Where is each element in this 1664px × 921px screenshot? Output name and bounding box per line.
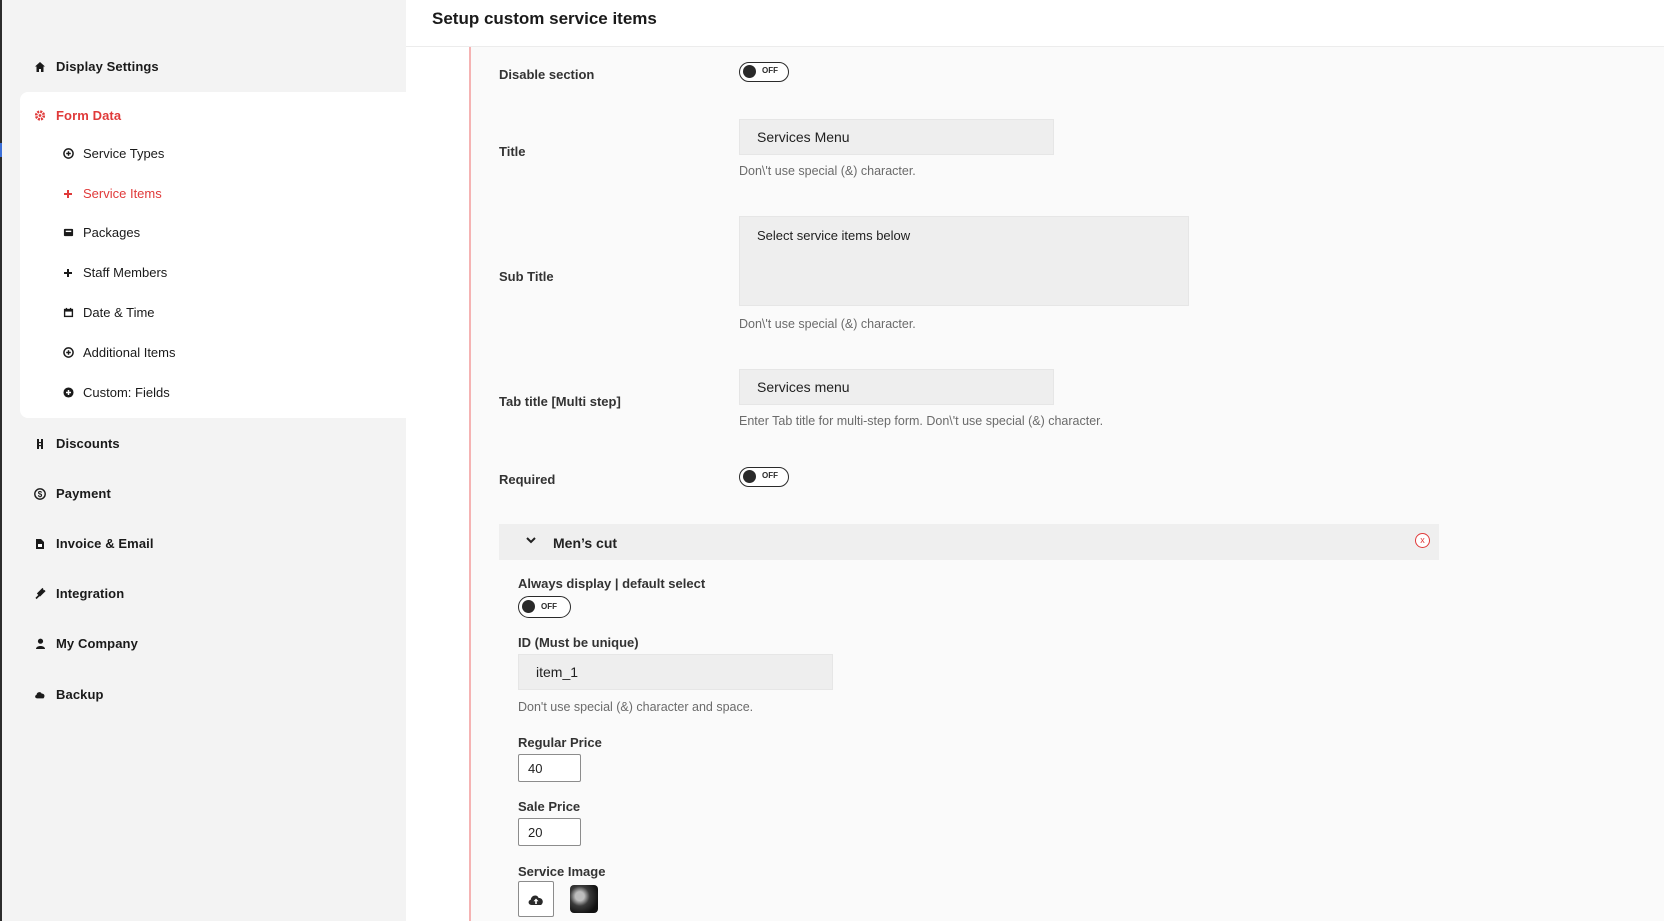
home-icon — [34, 61, 46, 73]
cloud-upload-icon — [528, 895, 543, 905]
sidebar-subitem-staff-members[interactable]: Staff Members — [62, 265, 167, 280]
sidebar-subitem-service-types[interactable]: Service Types — [62, 146, 164, 161]
sidebar-item-backup[interactable]: Backup — [34, 687, 104, 702]
plus-circle-icon — [62, 347, 74, 359]
toggle-knob — [522, 600, 535, 613]
calendar-icon — [62, 307, 74, 319]
tab-title-input[interactable]: Services menu — [739, 369, 1054, 405]
sidebar-item-discounts[interactable]: Discounts — [34, 436, 120, 451]
toggle-knob — [743, 65, 756, 78]
sidebar-subitem-label: Additional Items — [83, 345, 176, 360]
subtitle-label: Sub Title — [499, 269, 554, 284]
sidebar-subitem-label: Packages — [83, 225, 141, 240]
page-title: Setup custom service items — [432, 9, 657, 28]
regular-price-input[interactable]: 40 — [518, 754, 581, 782]
required-label: Required — [499, 472, 556, 487]
image-upload-button[interactable] — [518, 881, 554, 917]
sidebar-item-payment[interactable]: $ Payment — [34, 486, 111, 501]
plus-icon — [62, 267, 74, 279]
svg-text:$: $ — [38, 490, 43, 499]
sale-price-label: Sale Price — [518, 799, 581, 814]
sidebar-item-label: Payment — [56, 486, 111, 501]
sidebar-item-label: Display Settings — [56, 59, 159, 74]
sidebar-item-label: Backup — [56, 687, 104, 702]
sidebar-subitem-custom-fields[interactable]: Custom: Fields — [62, 385, 170, 400]
sidebar-form-data-group — [20, 92, 406, 418]
document-icon — [34, 538, 46, 550]
settings-panel — [470, 47, 1664, 921]
plus-circle-filled-icon — [62, 387, 74, 399]
item-id-label: ID (Must be unique) — [518, 635, 639, 650]
discount-icon — [34, 438, 46, 450]
sidebar-subitem-label: Service Types — [83, 146, 165, 161]
sidebar-subitem-label: Service Items — [83, 186, 162, 201]
sidebar-subitem-packages[interactable]: Packages — [62, 225, 140, 240]
dollar-icon: $ — [34, 487, 46, 500]
sidebar-item-invoice-email[interactable]: Invoice & Email — [34, 536, 154, 551]
sidebar-item-display-settings[interactable]: Display Settings — [34, 59, 159, 74]
item-id-input[interactable]: item_1 — [518, 654, 833, 690]
always-display-label: Always display | default select — [518, 576, 706, 591]
sidebar-subitem-additional-items[interactable]: Additional Items — [62, 345, 176, 360]
sidebar-item-my-company[interactable]: My Company — [34, 636, 138, 651]
subtitle-hint: Don\'t use special (&) character. — [739, 317, 916, 331]
tab-title-label: Tab title [Multi step] — [499, 394, 621, 409]
tab-title-hint: Enter Tab title for multi-step form. Don… — [739, 414, 1104, 428]
toggle-state: OFF — [541, 602, 557, 611]
sidebar-item-label: My Company — [56, 636, 138, 651]
sidebar-item-label: Invoice & Email — [56, 536, 154, 551]
sidebar-top-card — [20, 0, 406, 92]
item-id-hint: Don't use special (&) character and spac… — [518, 700, 754, 714]
always-display-toggle[interactable]: OFF — [518, 596, 571, 618]
sidebar-subitem-label: Staff Members — [83, 265, 168, 280]
remove-item-button[interactable]: x — [1415, 533, 1430, 548]
title-hint: Don\'t use special (&) character. — [739, 164, 916, 178]
sidebar-item-integration[interactable]: Integration — [34, 586, 124, 601]
chevron-down-icon[interactable] — [524, 533, 538, 547]
user-icon — [34, 638, 46, 650]
sidebar-item-label: Integration — [56, 586, 125, 601]
service-item-header[interactable] — [499, 524, 1439, 560]
toggle-knob — [743, 470, 756, 483]
disable-section-label: Disable section — [499, 67, 595, 82]
sidebar-item-form-data[interactable]: Form Data — [34, 108, 121, 123]
toggle-state: OFF — [762, 66, 778, 75]
sidebar-subitem-label: Date & Time — [83, 305, 155, 320]
section-accent-line — [469, 47, 471, 921]
disable-section-toggle[interactable]: OFF — [739, 62, 789, 82]
subtitle-textarea[interactable]: Select service items below — [739, 216, 1189, 306]
sidebar-subitem-date-time[interactable]: Date & Time — [62, 305, 155, 320]
plus-circle-icon — [62, 148, 74, 160]
sidebar-subitem-service-items[interactable]: Service Items — [62, 186, 162, 201]
title-label: Title — [499, 144, 526, 159]
sale-price-input[interactable]: 20 — [518, 818, 581, 846]
toggle-state: OFF — [762, 471, 778, 480]
service-image-label: Service Image — [518, 864, 606, 879]
plus-icon — [62, 188, 74, 200]
service-image-thumbnail[interactable] — [570, 885, 598, 913]
required-toggle[interactable]: OFF — [739, 467, 789, 487]
cloud-icon — [34, 689, 46, 701]
plug-icon — [34, 587, 46, 600]
service-item-title: Men’s cut — [553, 535, 618, 551]
gear-icon — [34, 110, 46, 122]
regular-price-label: Regular Price — [518, 735, 602, 750]
sidebar-item-label: Form Data — [56, 108, 122, 123]
title-input[interactable]: Services Menu — [739, 119, 1054, 155]
sidebar-subitem-label: Custom: Fields — [83, 385, 170, 400]
package-icon — [62, 227, 74, 239]
sidebar-item-label: Discounts — [56, 436, 120, 451]
